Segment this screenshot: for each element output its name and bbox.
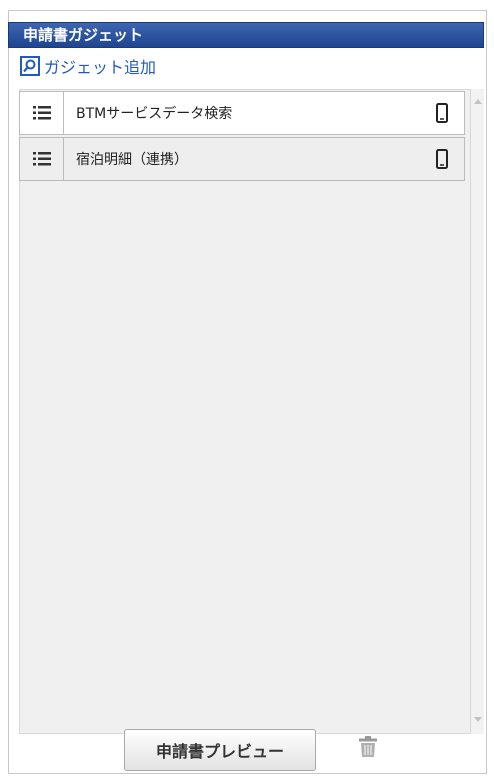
- gadget-row[interactable]: 宿泊明細（連携）: [19, 137, 465, 181]
- panel-title: 申請書ガジェット: [8, 22, 484, 48]
- search-icon: [20, 56, 40, 76]
- preview-button[interactable]: 申請書プレビュー: [124, 729, 316, 771]
- scrollbar[interactable]: [471, 89, 484, 734]
- scroll-up-arrow-icon[interactable]: [474, 99, 482, 104]
- smartphone-icon[interactable]: [426, 92, 458, 134]
- gadget-label: 宿泊明細（連携）: [76, 152, 188, 168]
- gadget-label: BTMサービスデータ検索: [76, 106, 233, 122]
- add-gadget-link[interactable]: ガジェット追加: [20, 52, 156, 80]
- list-icon[interactable]: [20, 92, 64, 134]
- scroll-down-arrow-icon[interactable]: [474, 717, 482, 722]
- add-gadget-label: ガジェット追加: [44, 58, 157, 77]
- trash-icon[interactable]: [358, 735, 378, 759]
- gadget-row[interactable]: BTMサービスデータ検索: [19, 91, 465, 135]
- smartphone-icon[interactable]: [426, 138, 458, 180]
- list-icon[interactable]: [20, 138, 64, 180]
- gadget-list: [19, 89, 471, 734]
